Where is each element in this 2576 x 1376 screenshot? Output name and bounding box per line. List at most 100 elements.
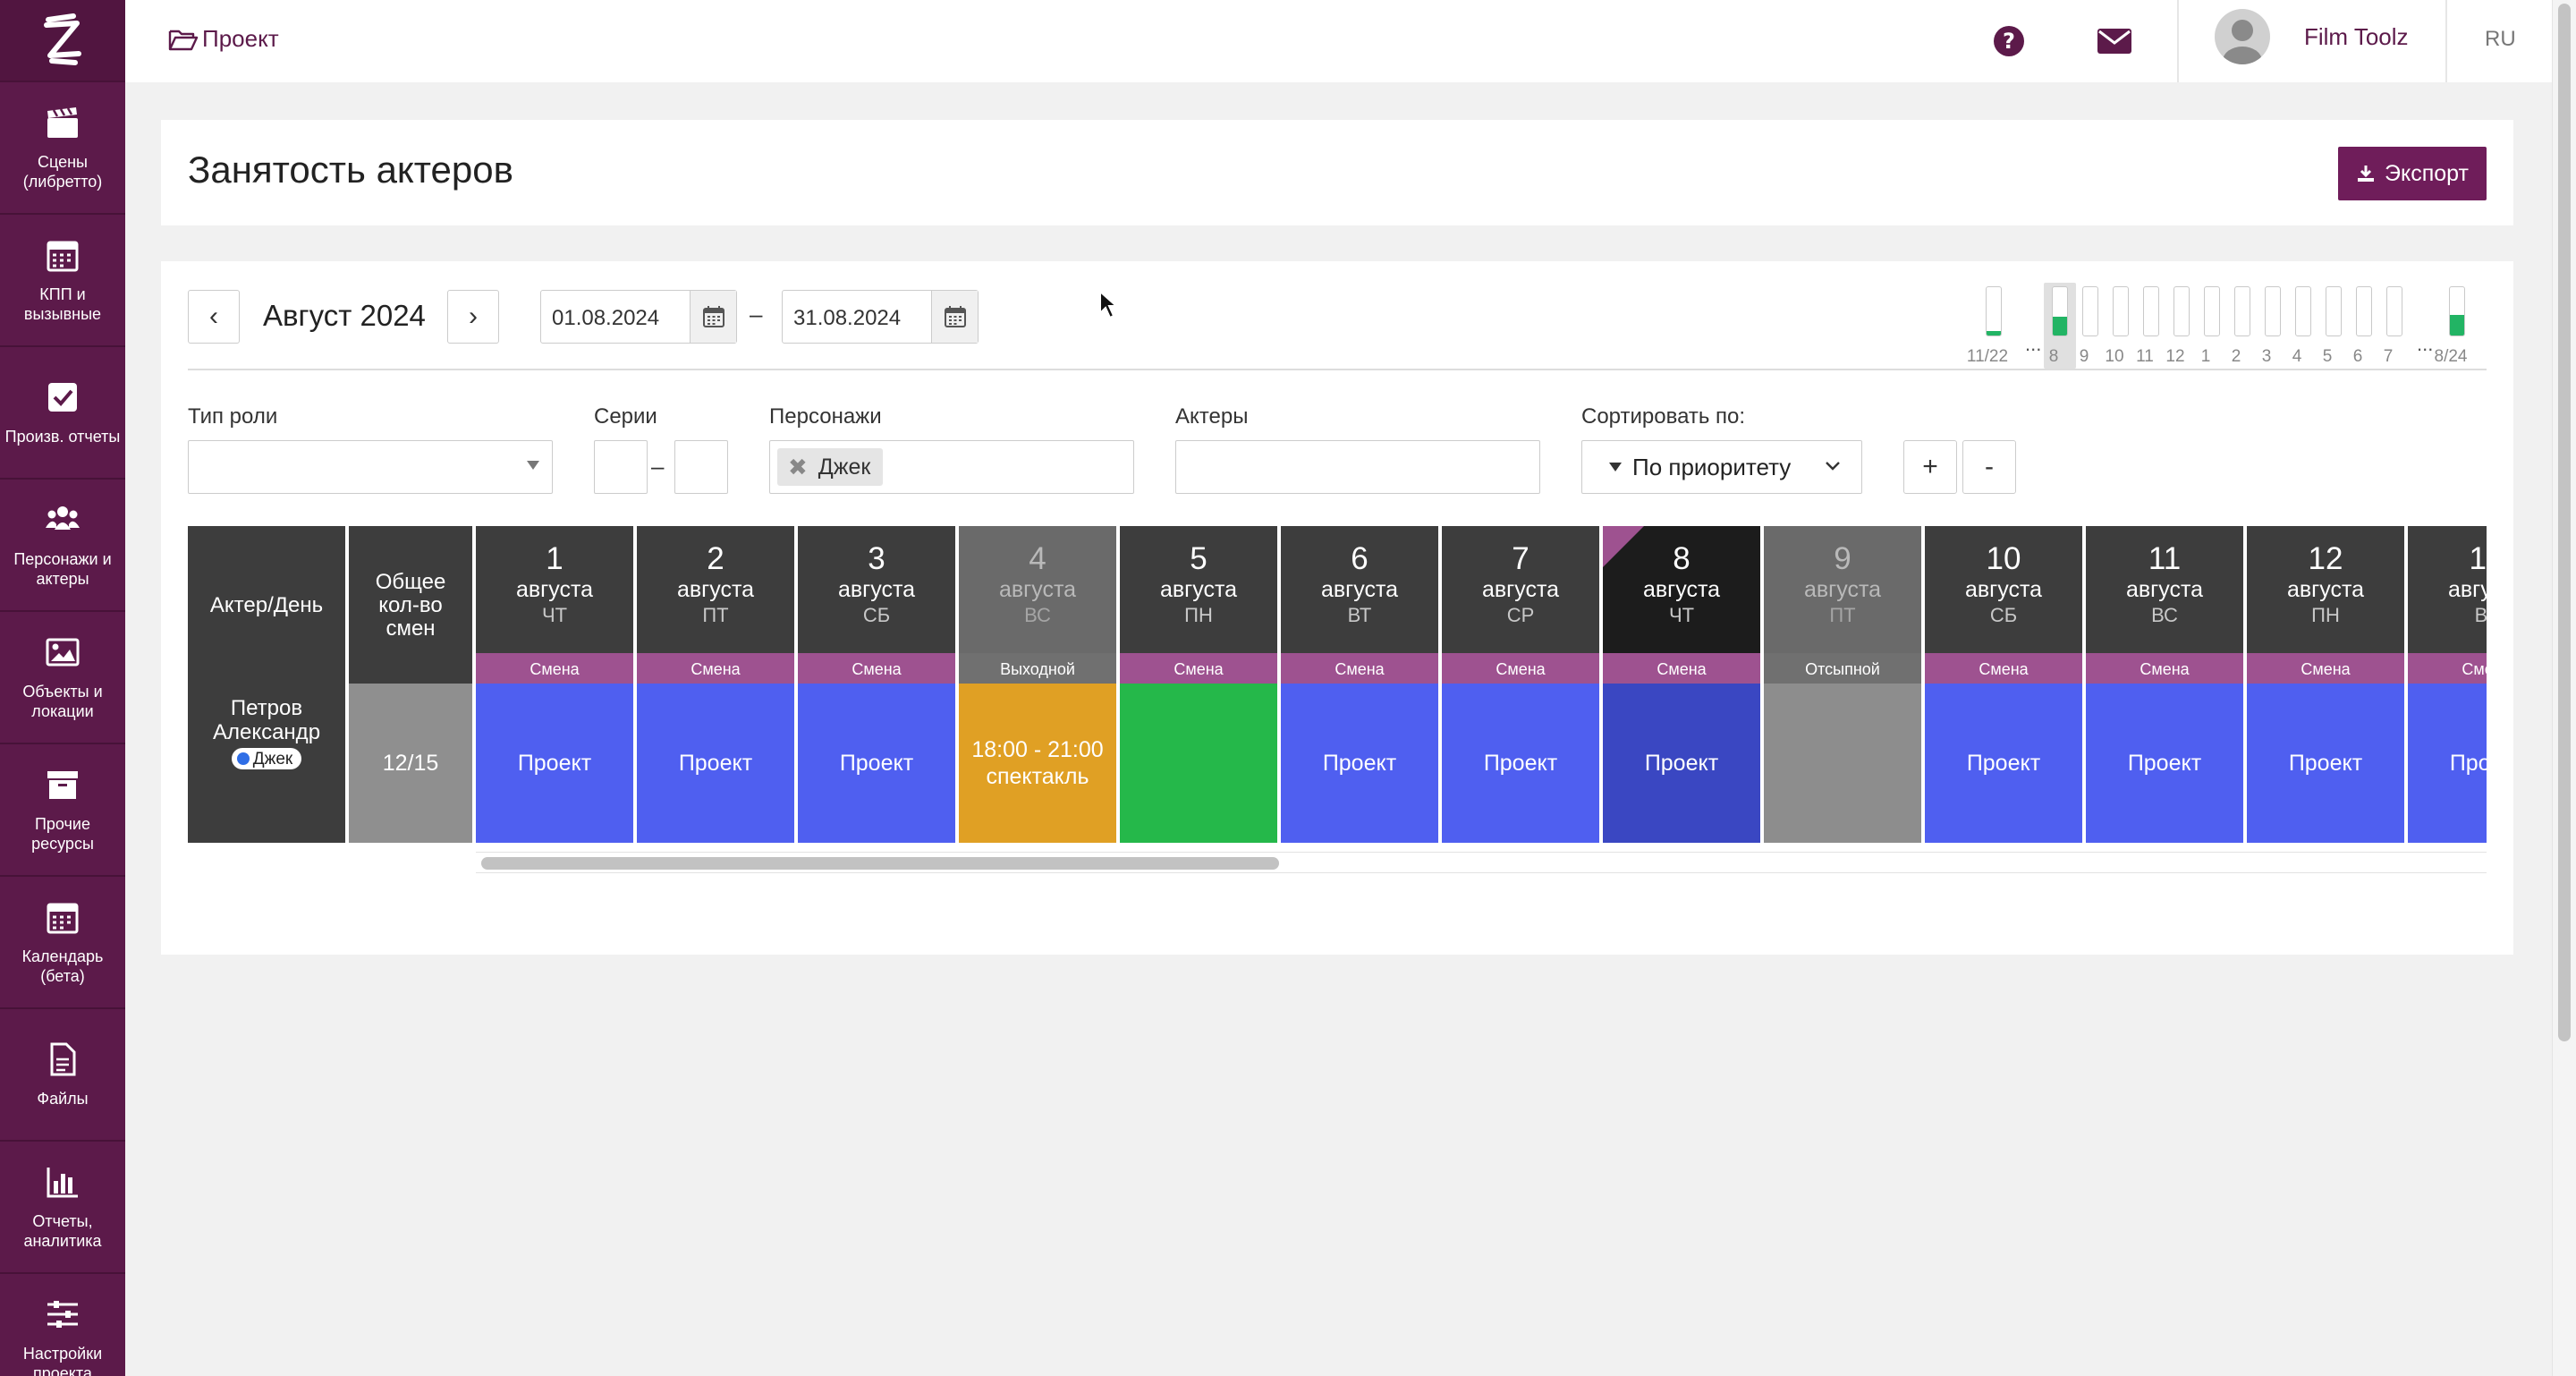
help-icon[interactable]: ?	[1993, 25, 2025, 57]
next-month-button[interactable]: ›	[447, 290, 499, 344]
schedule-cell[interactable]	[1120, 684, 1279, 843]
overview-bar[interactable]	[2326, 286, 2342, 336]
breadcrumb[interactable]: Проект	[168, 25, 279, 53]
date-from-value[interactable]: 01.08.2024	[541, 291, 690, 343]
breadcrumb-project[interactable]: Проект	[202, 25, 279, 53]
series-from-input[interactable]	[594, 440, 648, 494]
overview-bar[interactable]	[2386, 286, 2402, 336]
actors-select[interactable]	[1175, 440, 1540, 494]
schedule-cell[interactable]: Проект	[2086, 684, 2245, 843]
schedule-cell[interactable]: Проект	[2247, 684, 2406, 843]
day-header-top: 5 августа ПН	[1120, 526, 1277, 653]
day-month: августа	[1803, 577, 1882, 602]
date-to-value[interactable]: 31.08.2024	[783, 291, 931, 343]
overview-bar[interactable]	[2204, 286, 2220, 336]
day-header[interactable]: 7 августа СР Смена	[1442, 526, 1601, 685]
scrollbar-thumb[interactable]	[481, 857, 1279, 870]
day-month: августа	[998, 577, 1077, 602]
zoom-out-button[interactable]: -	[1962, 440, 2016, 494]
role-type-select[interactable]	[188, 440, 553, 494]
day-header[interactable]: 3 августа СБ Смена	[798, 526, 957, 685]
day-header[interactable]: 5 августа ПН Смена	[1120, 526, 1279, 685]
day-header[interactable]: 4 августа ВС Выходной	[959, 526, 1118, 685]
scrollbar-thumb[interactable]	[2558, 4, 2571, 1041]
schedule-cell[interactable]: Проект	[2408, 684, 2487, 843]
language-switcher[interactable]: RU	[2485, 27, 2516, 52]
page-scrollbar[interactable]	[2552, 0, 2576, 1376]
day-header[interactable]: 6 августа ВТ Смена	[1281, 526, 1440, 685]
day-header[interactable]: 9 августа ПТ Отсыпной	[1764, 526, 1923, 685]
day-header-top: 4 августа ВС	[959, 526, 1116, 653]
user-name[interactable]: Film Toolz	[2304, 23, 2409, 51]
schedule-cell[interactable]: 18:00 - 21:00 спектакль	[959, 684, 1118, 843]
overview-bar[interactable]	[2449, 286, 2465, 336]
date-to-calendar-button[interactable]	[931, 291, 978, 343]
overview-bar[interactable]	[2265, 286, 2281, 336]
period-overview[interactable]: 11/22 8 9 10 11 12 1 2 3 4 5 6 7 8/24......	[1967, 272, 2487, 369]
characters-select[interactable]: ✖ Джек	[769, 440, 1134, 494]
day-month: августа	[2447, 577, 2487, 602]
role-type-label: Тип роли	[188, 404, 278, 429]
overview-bar[interactable]	[2295, 286, 2311, 336]
mail-icon[interactable]	[2097, 27, 2132, 55]
overview-bar[interactable]	[2113, 286, 2129, 336]
sidebar-item[interactable]: Сцены (либретто)	[0, 82, 125, 215]
schedule-cell[interactable]: Проект	[476, 684, 635, 843]
overview-bar[interactable]	[1986, 286, 2002, 336]
app-logo[interactable]	[0, 0, 125, 82]
overview-bar[interactable]	[2174, 286, 2190, 336]
sidebar-item[interactable]: Отчеты, аналитика	[0, 1142, 125, 1274]
schedule-cell[interactable]: Проект	[1281, 684, 1440, 843]
day-month: августа	[1642, 577, 1721, 602]
prev-month-button[interactable]: ‹	[188, 290, 240, 344]
day-number: 13	[2469, 541, 2487, 576]
overview-bar[interactable]	[2082, 286, 2098, 336]
sidebar-item[interactable]: Объекты и локации	[0, 612, 125, 744]
character-tag[interactable]: ✖ Джек	[777, 448, 884, 486]
date-from-calendar-button[interactable]	[690, 291, 736, 343]
actor-cell[interactable]: Петров Александр Джек	[188, 684, 347, 843]
day-header[interactable]: 12 августа ПН Смена	[2247, 526, 2406, 685]
sidebar-item[interactable]: Настройки проекта	[0, 1274, 125, 1376]
day-header[interactable]: 2 августа ПТ Смена	[637, 526, 796, 685]
overview-bar[interactable]	[2356, 286, 2372, 336]
zoom-in-button[interactable]: +	[1903, 440, 1957, 494]
tag-remove-icon[interactable]: ✖	[788, 454, 808, 481]
sort-select[interactable]: По приоритету	[1581, 440, 1862, 494]
day-weekday: ВТ	[1347, 604, 1372, 626]
day-header[interactable]: 11 августа ВС Смена	[2086, 526, 2245, 685]
series-to-input[interactable]	[674, 440, 728, 494]
overview-bar[interactable]	[2234, 286, 2250, 336]
avatar[interactable]	[2215, 9, 2270, 64]
sidebar-item[interactable]: Календарь (бета)	[0, 877, 125, 1009]
archive-icon	[44, 766, 81, 803]
day-weekday: СБ	[1989, 604, 2018, 626]
day-type: Смена	[476, 653, 633, 685]
schedule-cell[interactable]: Проект	[1442, 684, 1601, 843]
sidebar-item[interactable]: Файлы	[0, 1009, 125, 1142]
date-from-input[interactable]: 01.08.2024	[540, 290, 737, 344]
day-header[interactable]: 8 августа ЧТ Смена	[1603, 526, 1762, 685]
overview-bar[interactable]	[2052, 286, 2068, 336]
export-button[interactable]: Экспорт	[2338, 147, 2487, 200]
day-header[interactable]: 10 августа СБ Смена	[1925, 526, 2084, 685]
schedule-cell[interactable]: Проект	[1603, 684, 1762, 843]
date-to-input[interactable]: 31.08.2024	[782, 290, 979, 344]
schedule-cell[interactable]: Проект	[637, 684, 796, 843]
sidebar-item[interactable]: Персонажи и актеры	[0, 480, 125, 612]
sidebar-item[interactable]: КПП и вызывные	[0, 215, 125, 347]
folder-open-icon	[168, 30, 199, 50]
sidebar-item[interactable]: Произв. отчеты	[0, 347, 125, 480]
sidebar-item[interactable]: Прочие ресурсы	[0, 744, 125, 877]
schedule-cell[interactable]	[1764, 684, 1923, 843]
schedule-cell[interactable]: Проект	[798, 684, 957, 843]
schedule-cell[interactable]: Проект	[1925, 684, 2084, 843]
day-header[interactable]: 13августаВТСмена	[2408, 526, 2487, 685]
table-scrollbar[interactable]	[476, 852, 2487, 873]
overview-bar[interactable]	[2143, 286, 2159, 336]
day-number: 9	[1834, 541, 1852, 576]
series-dash: –	[651, 453, 665, 480]
overview-label: 11/22	[1966, 347, 2009, 366]
file-icon	[44, 1040, 81, 1078]
day-header[interactable]: 1 августа ЧТ Смена	[476, 526, 635, 685]
